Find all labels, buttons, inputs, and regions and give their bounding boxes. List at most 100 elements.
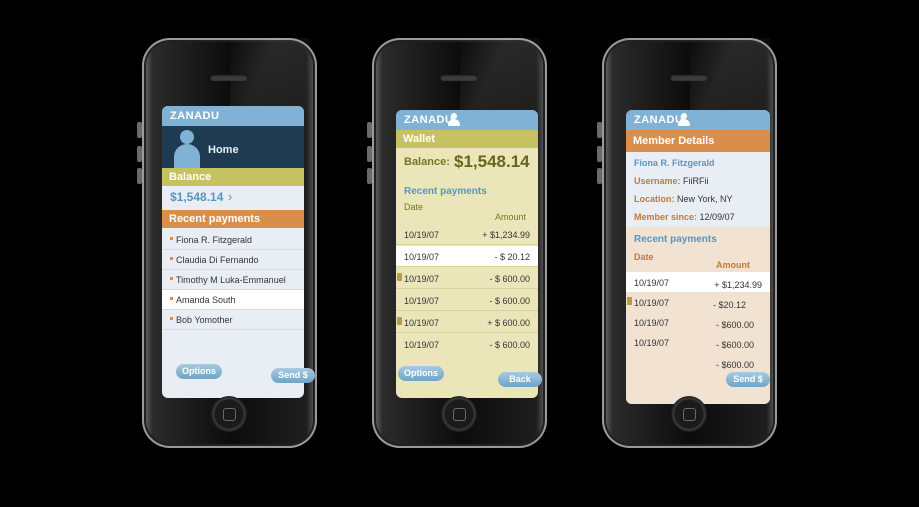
table-row[interactable]: 10/19/07 - $ 600.00: [396, 290, 538, 311]
home-button[interactable]: [671, 396, 707, 432]
table-row[interactable]: 10/19/07 - $600.00: [626, 312, 770, 332]
flag-icon: [627, 297, 632, 305]
list-item[interactable]: Claudia Di Fernando: [162, 250, 304, 270]
options-button[interactable]: Options: [398, 366, 444, 381]
brand-label: ZANADU: [170, 110, 220, 122]
row-date: 10/19/07: [404, 296, 440, 306]
recent-payments-header: Recent payments: [404, 186, 487, 197]
row-date: 10/19/07: [634, 318, 670, 328]
row-amount: - $ 600.00: [489, 340, 530, 350]
volume-button: [367, 168, 372, 184]
column-amount: Amount: [716, 260, 750, 270]
row-date: 10/19/07: [404, 340, 440, 350]
column-amount: Amount: [494, 212, 526, 222]
recipient-name: Timothy M Luka-Emmanuel: [176, 275, 286, 285]
member-name: Fiona R. Fitzgerald: [634, 158, 715, 168]
row-amount: + $1,234.99: [714, 280, 762, 290]
bullet-icon: [170, 277, 173, 280]
row-amount: - $ 600.00: [489, 296, 530, 306]
username-row: Username: FiiRFii: [634, 176, 709, 186]
table-row[interactable]: 10/19/07 - $ 600.00: [396, 334, 538, 355]
home-button[interactable]: [441, 396, 477, 432]
recipient-name: Fiona R. Fitzgerald: [176, 235, 253, 245]
location-label: Location:: [634, 194, 675, 204]
recent-payments-header: Recent payments: [162, 210, 304, 228]
balance-value: $1,548.14: [170, 190, 224, 204]
page-title: Home: [208, 144, 239, 156]
balance-header: Balance: [162, 168, 304, 186]
avatar-figure: [174, 128, 200, 168]
user-icon[interactable]: [678, 113, 690, 127]
row-date: 10/19/07: [634, 278, 670, 288]
row-date: 10/19/07: [404, 230, 440, 240]
list-item[interactable]: Amanda South: [162, 290, 304, 310]
balance-label: Balance:: [404, 156, 450, 168]
brand-label: ZANADU: [404, 114, 454, 126]
row-amount: - $ 20.12: [494, 252, 530, 262]
column-date: Date: [634, 252, 654, 262]
bullet-icon: [170, 237, 173, 240]
volume-button: [137, 122, 142, 138]
balance-value: $1,548.14: [454, 152, 530, 171]
user-icon[interactable]: [448, 113, 460, 127]
member-since-label: Member since:: [634, 212, 698, 222]
table-row[interactable]: - $600.00: [626, 352, 770, 372]
wallet-title: Wallet: [396, 130, 538, 148]
row-amount: - $600.00: [715, 340, 754, 350]
phone-member: ZANADU Member Details Fiona R. Fitzgeral…: [597, 38, 777, 448]
back-button[interactable]: Back: [498, 372, 542, 387]
options-button[interactable]: Options: [176, 364, 222, 379]
column-date: Date: [404, 202, 424, 212]
recipient-name: Bob Yomother: [176, 315, 233, 325]
location-row: Location: New York, NY: [634, 194, 733, 204]
row-amount: - $600.00: [715, 320, 754, 330]
volume-button: [597, 146, 602, 162]
flag-icon: [397, 273, 402, 281]
send-money-button[interactable]: Send $: [726, 372, 770, 387]
chevron-right-icon: ›: [228, 189, 233, 204]
volume-button: [137, 168, 142, 184]
wallet-screen: ZANADU Wallet Balance: $1,548.14 Recent …: [396, 110, 538, 398]
bullet-icon: [170, 317, 173, 320]
home-button[interactable]: [211, 396, 247, 432]
top-bar: ZANADU: [626, 110, 770, 130]
table-row[interactable]: 10/19/07 - $600.00: [626, 332, 770, 352]
table-row[interactable]: 10/19/07 + $1,234.99: [626, 272, 770, 292]
home-screen: ZANADU Home Home Balance $1,548.14 › Rec…: [162, 106, 304, 398]
table-row[interactable]: 10/19/07 - $20.12: [626, 292, 770, 312]
member-screen: ZANADU Member Details Fiona R. Fitzgeral…: [626, 110, 770, 404]
recent-payments-header: Recent payments: [634, 234, 717, 245]
table-row[interactable]: 10/19/07 - $ 20.12: [396, 246, 538, 267]
username-value: FiiRFii: [683, 176, 709, 186]
balance-row[interactable]: $1,548.14 ›: [162, 186, 304, 208]
member-since-row: Member since: 12/09/07: [634, 212, 735, 222]
row-date: 10/19/07: [634, 338, 670, 348]
flag-icon: [397, 317, 402, 325]
bullet-icon: [170, 257, 173, 260]
send-money-button[interactable]: Send $: [271, 368, 315, 383]
table-row[interactable]: 10/19/07 + $ 600.00: [396, 312, 538, 333]
member-title: Member Details: [626, 130, 770, 152]
list-item[interactable]: Bob Yomother: [162, 310, 304, 330]
table-row[interactable]: 10/19/07 + $1,234.99: [396, 224, 538, 245]
speaker: [440, 74, 478, 81]
list-item[interactable]: Timothy M Luka-Emmanuel: [162, 270, 304, 290]
member-since-value: 12/09/07: [699, 212, 735, 222]
row-amount: - $ 600.00: [489, 274, 530, 284]
phone-home: ZANADU Home Home Balance $1,548.14 › Rec…: [137, 38, 317, 448]
bullet-icon: [170, 297, 173, 300]
volume-button: [137, 146, 142, 162]
row-date: 10/19/07: [634, 298, 670, 308]
recipient-name: Amanda South: [176, 295, 236, 305]
row-date: 10/19/07: [404, 318, 440, 328]
phone-wallet: ZANADU Wallet Balance: $1,548.14 Recent …: [367, 38, 547, 448]
volume-button: [367, 146, 372, 162]
table-row[interactable]: 10/19/07 - $ 600.00: [396, 268, 538, 289]
speaker: [210, 74, 248, 81]
row-amount: - $600.00: [715, 360, 754, 370]
row-date: 10/19/07: [404, 274, 440, 284]
row-amount: - $20.12: [712, 300, 746, 310]
brand-label: ZANADU: [634, 114, 684, 126]
speaker: [670, 74, 708, 81]
list-item[interactable]: Fiona R. Fitzgerald: [162, 230, 304, 250]
